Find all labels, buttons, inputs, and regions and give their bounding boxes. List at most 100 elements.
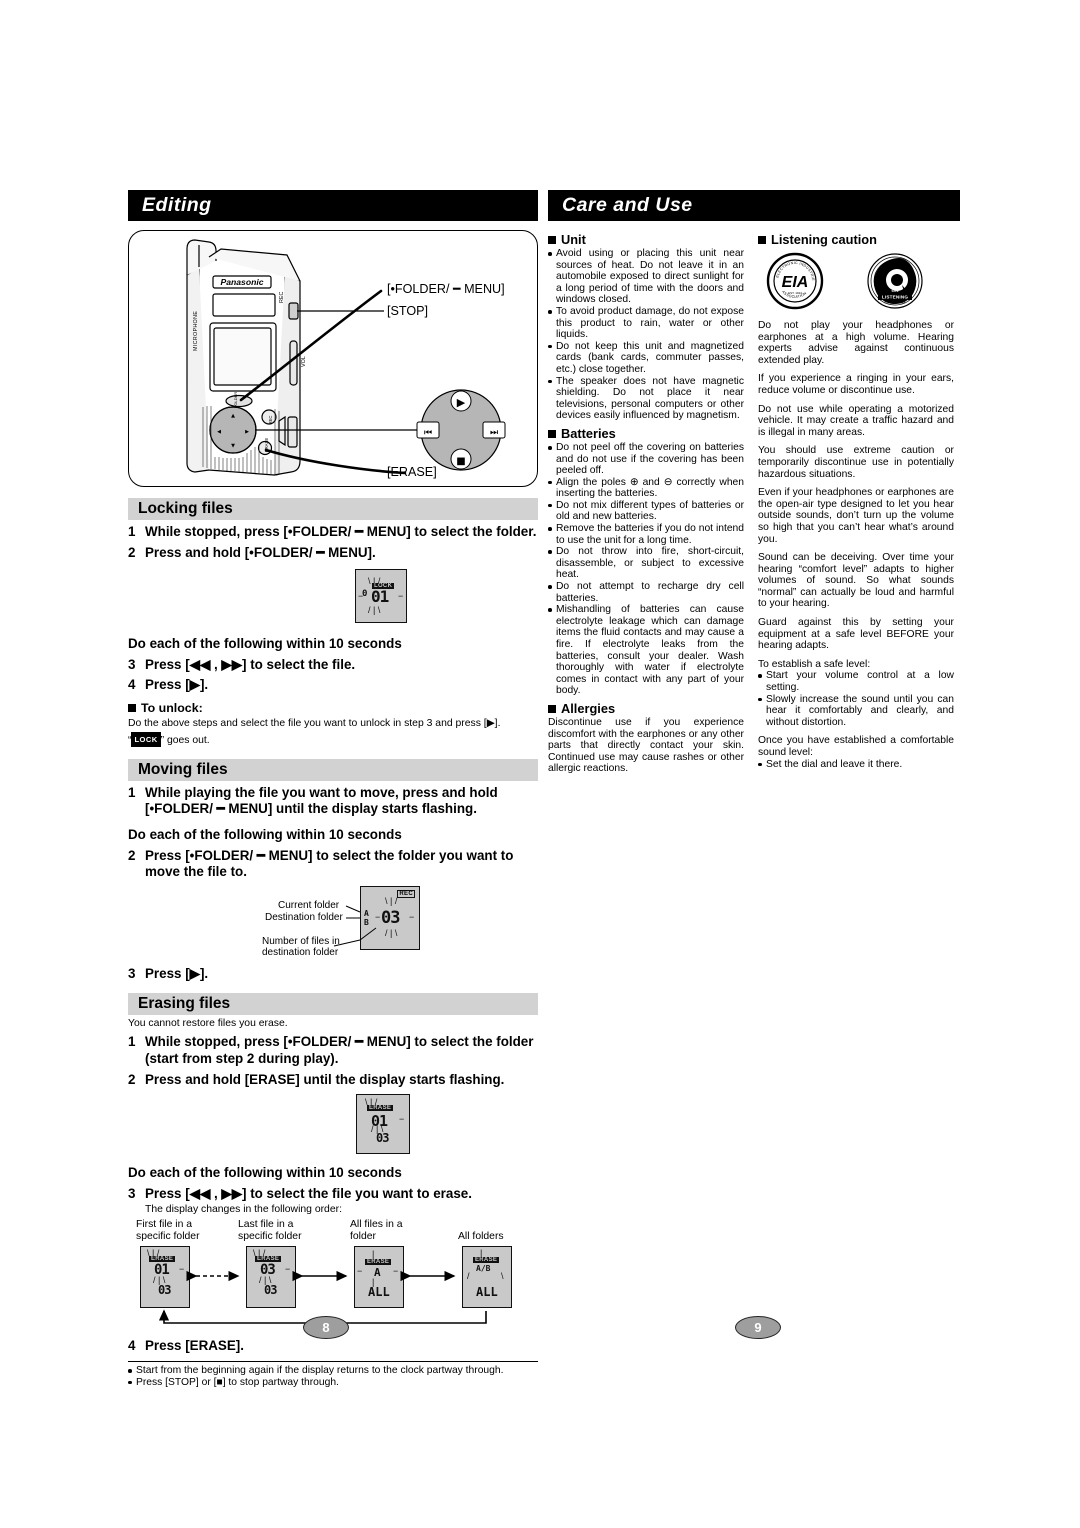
step-item: 1 While playing the file you want to mov… [128,785,538,818]
lcd-erasing: ERASE 01 03 \ | / / | \ − [356,1094,410,1155]
step-item: 3 Press [◀◀ , ▶▶] to select the file you… [128,1186,538,1203]
listening-paragraph: Sound can be deceiving. Over time your h… [758,552,954,610]
step-number: 4 [128,677,136,693]
step-text: While stopped, press [•FOLDER/ ━ MENU] t… [145,1034,534,1066]
care-column-a: Unit Avoid using or placing this unit ne… [548,232,744,782]
flash-mark: − [399,1114,405,1125]
step-number: 2 [128,847,136,863]
safe-listening-logo-icon: LISTENING SAFE IT'S A GOOD IDEA [867,253,923,309]
svg-text:REC: REC [268,415,273,424]
svg-text:LISTENING: LISTENING [882,295,909,300]
heading-batteries: Batteries [548,426,744,441]
moving-lcd-row: REC A B 03 \ | / / | \ − − Current folde… [128,884,538,962]
to-unlock-text-2: “LOCK” goes out. [128,732,538,747]
erasing-note: You cannot restore files you erase. [128,1018,288,1030]
svg-text:■: ■ [456,456,465,467]
timing-note: Do each of the following within 10 secon… [128,636,402,652]
svg-text:▶: ▶ [245,429,249,435]
step-number: 3 [128,965,136,981]
step-number: 4 [128,1338,136,1354]
svg-text:IT'S A GOOD IDEA: IT'S A GOOD IDEA [885,301,906,304]
step-item: 1 While stopped, press [•FOLDER/ ━ MENU]… [128,1034,538,1067]
manual-page: Editing MICROPHONE REC VOL FOLDER REC ER… [0,0,1080,1528]
step-item: 2 Press and hold [•FOLDER/ ━ MENU]. [128,545,538,562]
svg-text:REC: REC [279,292,285,303]
step-number: 1 [128,784,136,800]
list-item: Do not mix different types of batteries … [548,500,744,523]
to-unlock-text: Do the above steps and select the file y… [128,717,501,729]
heading-unit: Unit [548,232,744,247]
flash-mark: \ | / [368,576,381,587]
care-column-b: Listening caution EIA ELECTRONIC INDUSTR… [758,232,954,770]
page-number-left: 8 [303,1316,349,1339]
footnote-list: Start from the beginning again if the di… [128,1365,538,1388]
section-banner-editing: Editing [128,190,538,221]
heading-moving-files: Moving files [128,758,538,781]
step-text: Press [◀◀ , ▶▶] to select the file. [145,656,356,672]
step-number: 3 [128,656,136,672]
quote-close: ” goes out. [160,735,210,747]
step-number: 1 [128,1034,136,1050]
list-item: Remove the batteries if you do not inten… [548,523,744,546]
step-item: 4 Press [▶]. [128,677,538,694]
list-item: Slowly increase the sound until you can … [758,694,954,729]
lcd-file-digits: 01 [371,587,389,607]
step-number: 3 [128,1185,136,1201]
flow-intro: The display changes in the following ord… [145,1204,342,1216]
footnote-item: Press [STOP] or [■] to stop partway thro… [128,1377,538,1389]
footnote-item: Start from the beginning again if the di… [128,1365,538,1377]
svg-text:◀: ◀ [217,429,221,435]
callout-erase: [ERASE] [387,465,437,479]
svg-text:MICROPHONE: MICROPHONE [193,311,199,351]
list-item: Do not attempt to recharge dry cell batt… [548,581,744,604]
recorder-illustration: MICROPHONE REC VOL FOLDER REC ERASE Pana… [128,230,538,487]
list-item: The speaker does not have magnetic shiel… [548,376,744,422]
step-item: 3 Press [▶]. [128,966,538,983]
list-item: To avoid product damage, do not expose t… [548,306,744,341]
step-text: While stopped, press [•FOLDER/ ━ MENU] t… [145,524,537,539]
moving-leader-lines [333,905,377,947]
allergies-text: Discontinue use if you experience discom… [548,716,744,775]
bullet-square-icon [548,704,556,713]
establish-label: To establish a safe level: [758,658,871,670]
timing-note: Do each of the following within 10 secon… [128,1165,402,1181]
flash-mark: \ | / [365,1097,378,1108]
step-text: Press and hold [ERASE] until the display… [145,1071,505,1087]
list-item: Do not peel off the covering on batterie… [548,442,744,477]
step-text: Press [▶]. [145,965,209,981]
step-text: While playing the file you want to move,… [145,784,498,817]
step-number: 2 [128,544,136,560]
timing-note: Do each of the following within 10 secon… [128,826,402,842]
listening-paragraph: Guard against this by setting your equip… [758,617,954,652]
lcd-locking: LOCK 0 01 \ | / / | \ − − [355,569,407,624]
step-text: Press and hold [•FOLDER/ ━ MENU]. [145,544,376,560]
step-text: Press [ERASE]. [145,1338,244,1354]
heading-listening-caution: Listening caution [758,232,954,247]
step-text: Press [◀◀ , ▶▶] to select the file you w… [145,1185,472,1201]
bullet-square-icon [548,236,556,244]
list-item: Start your volume control at a low setti… [758,670,954,693]
svg-text:EIA: EIA [782,274,809,291]
listening-paragraph: Even if your headphones or earphones are… [758,487,954,545]
certification-logos: EIA ELECTRONIC INDUSTRIES ASSOCIATION ES… [758,252,954,314]
list-item: Avoid using or placing this unit near so… [548,248,744,306]
bullet-square-icon [548,429,556,438]
flash-mark: / | \ [368,605,381,616]
svg-text:EST. 1924: EST. 1924 [788,291,802,295]
flash-mark: − [398,591,404,602]
svg-text:SAFE: SAFE [892,289,899,293]
step-item: 2 Press [•FOLDER/ ━ MENU] to select the … [128,848,538,881]
svg-text:Panasonic: Panasonic [221,277,264,287]
right-column: Care and Use [548,190,960,221]
flash-mark: / | \ [371,1124,384,1135]
unit-bullets: Avoid using or placing this unit near so… [548,248,744,422]
svg-text:▲: ▲ [231,413,235,419]
svg-text:⏭: ⏭ [490,428,498,438]
listening-paragraph: You should use extreme caution or tempor… [758,445,954,480]
locking-lcd-row: LOCK 0 01 \ | / / | \ − − [128,561,538,627]
establish-bullets: Start your volume control at a low setti… [758,670,954,728]
bullet-square-icon [128,703,136,712]
list-item: Do not keep this unit and magnetized car… [548,341,744,376]
step-item: 1 While stopped, press [•FOLDER/ ━ MENU]… [128,524,538,541]
list-item: Align the poles ⊕ and ⊖ correctly when i… [548,477,744,500]
